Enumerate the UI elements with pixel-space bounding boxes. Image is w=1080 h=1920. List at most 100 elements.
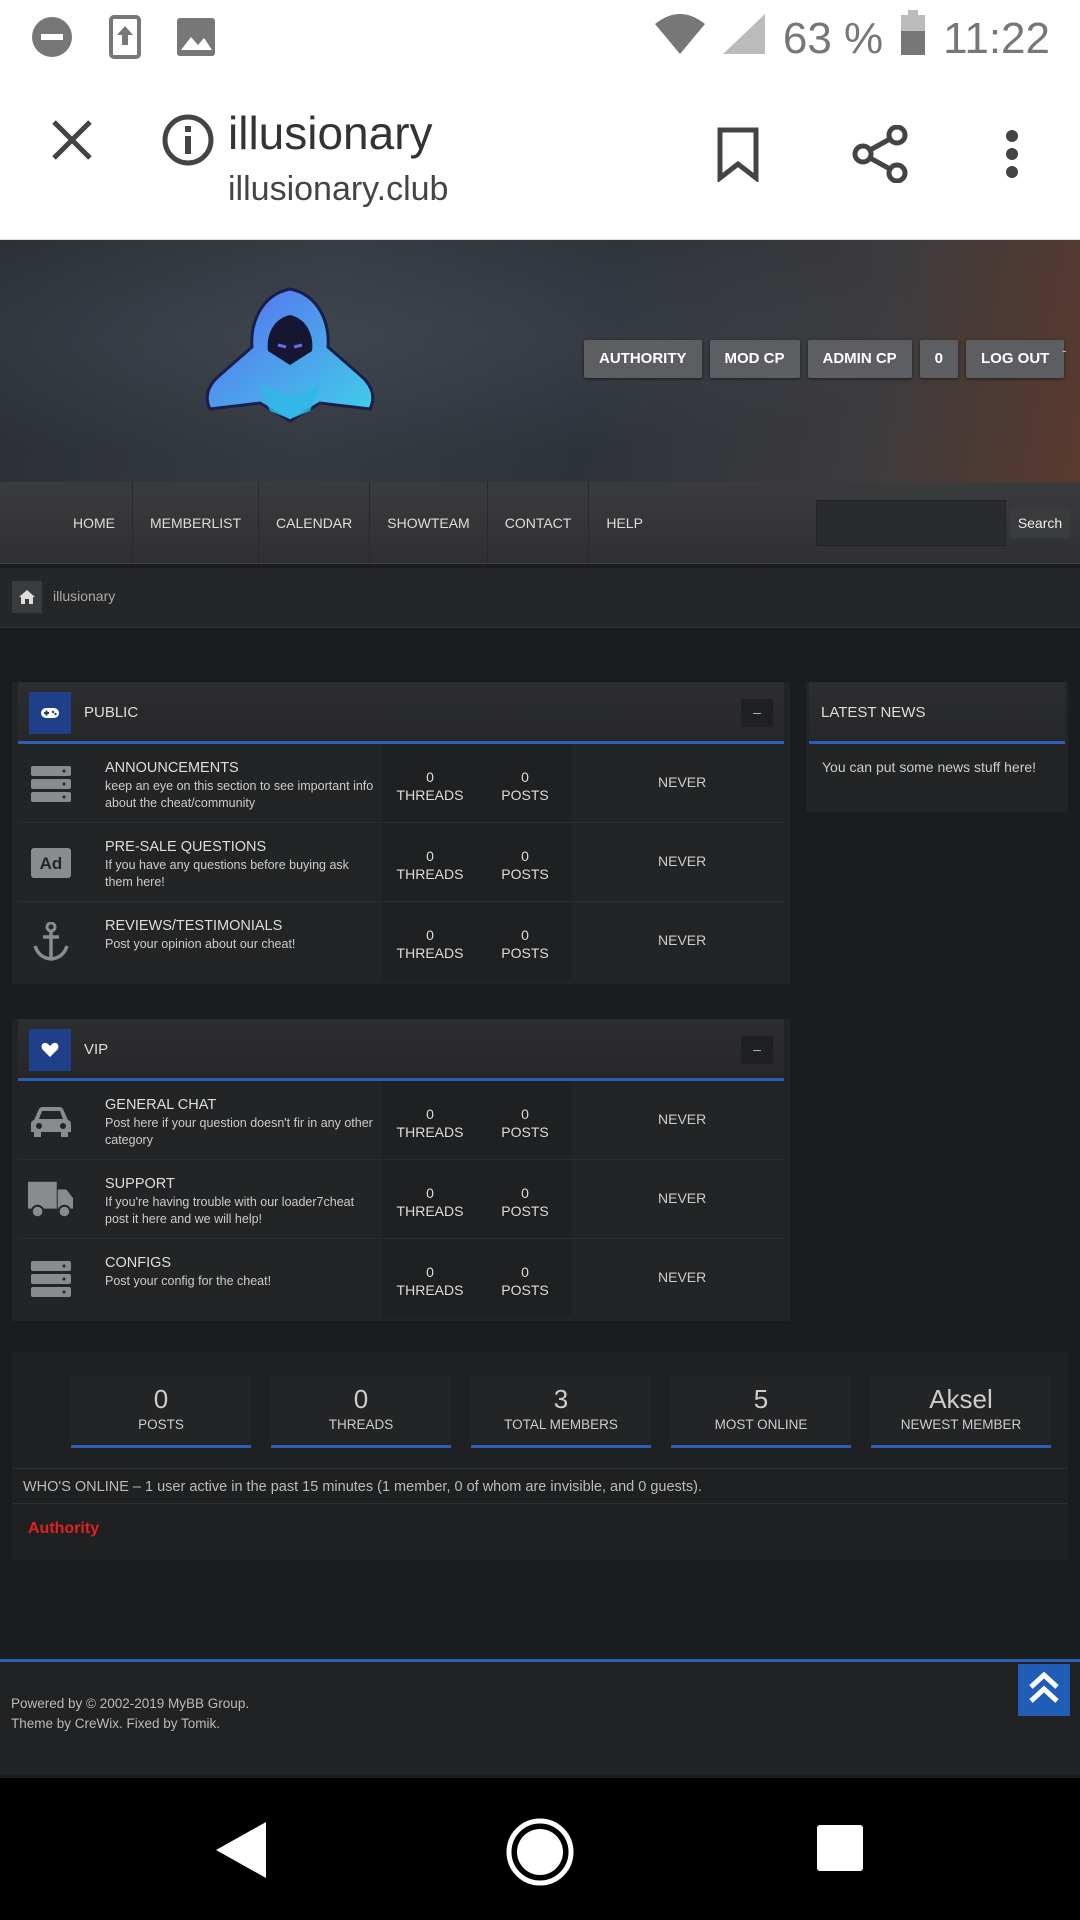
forum-stats: 0 THREADS 0 POSTS <box>382 744 572 822</box>
board-statistics: 0 POSTS 0 THREADS 3 TOTAL MEMBERS 5 MOST… <box>12 1352 1068 1560</box>
forum-row[interactable]: SUPPORT If you're having trouble with ou… <box>18 1160 784 1239</box>
category-title[interactable]: PUBLIC <box>84 704 138 721</box>
stat-box: 3 TOTAL MEMBERS <box>471 1376 651 1448</box>
category-title[interactable]: VIP <box>84 1041 108 1058</box>
nav-calendar[interactable]: CALENDAR <box>259 482 371 564</box>
thread-count: 0 <box>426 927 434 943</box>
nav-home[interactable]: HOME <box>56 482 133 564</box>
recents-icon[interactable] <box>816 1824 864 1877</box>
authority-button[interactable]: AUTHORITY <box>584 340 702 378</box>
post-count: 0 <box>521 848 529 864</box>
posts-label: POSTS <box>501 866 549 882</box>
stat-box: 5 MOST ONLINE <box>671 1376 851 1448</box>
log-out-button[interactable]: LOG OUT <box>966 340 1065 378</box>
forum-description: Post here if your question doesn't fir i… <box>105 1116 373 1147</box>
svg-text:Ad: Ad <box>40 854 63 873</box>
stat-box[interactable]: Aksel NEWEST MEMBER <box>871 1376 1051 1448</box>
forum-description: If you're having trouble with our loader… <box>105 1195 355 1226</box>
forum-row[interactable]: Ad PRE-SALE QUESTIONS If you have any qu… <box>18 823 784 902</box>
nav-contact[interactable]: CONTACT <box>488 482 590 564</box>
forum-name[interactable]: GENERAL CHAT <box>105 1097 216 1113</box>
collapse-button[interactable]: – <box>741 699 773 727</box>
scroll-to-top-button[interactable] <box>1018 1664 1070 1716</box>
breadcrumb: illusionary <box>0 568 1080 628</box>
last-post: NEVER <box>658 1269 707 1285</box>
forum-row[interactable]: GENERAL CHAT Post here if your question … <box>18 1081 784 1160</box>
android-navigation-bar <box>0 1778 1080 1920</box>
last-post: NEVER <box>658 932 707 948</box>
private-messages-count-button[interactable]: 0 <box>919 340 959 378</box>
breadcrumb-current[interactable]: illusionary <box>53 588 115 604</box>
home-nav-icon[interactable] <box>506 1818 574 1891</box>
posts-label: POSTS <box>501 945 549 961</box>
page-url[interactable]: illusionary.club <box>228 170 448 209</box>
share-icon[interactable] <box>848 122 912 186</box>
online-user-link[interactable]: Authority <box>28 1520 99 1538</box>
threads-label: THREADS <box>396 945 464 961</box>
collapse-button[interactable]: – <box>741 1036 773 1064</box>
clock: 11:22 <box>943 13 1050 63</box>
forum-row[interactable]: REVIEWS/TESTIMONIALS Post your opinion a… <box>18 902 784 981</box>
battery-icon <box>899 10 927 67</box>
posts-label: POSTS <box>501 1124 549 1140</box>
forum-name[interactable]: PRE-SALE QUESTIONS <box>105 839 266 855</box>
close-icon[interactable] <box>40 108 104 172</box>
search-input[interactable] <box>816 500 1006 546</box>
forum-stats: 0 THREADS 0 POSTS <box>382 902 572 980</box>
thread-count: 0 <box>426 769 434 785</box>
latest-news-panel: LATEST NEWS You can put some news stuff … <box>806 682 1068 812</box>
admin-cp-button[interactable]: ADMIN CP <box>807 340 912 378</box>
back-icon[interactable] <box>212 1820 268 1885</box>
battery-percent: 63 % <box>782 13 884 63</box>
bookmark-icon[interactable] <box>706 122 770 186</box>
search-button[interactable]: Search <box>1010 508 1070 538</box>
nav-help[interactable]: HELP <box>589 482 660 564</box>
latest-news-text: You can put some news stuff here! <box>822 759 1037 775</box>
mod-cp-button[interactable]: MOD CP <box>709 340 800 378</box>
header-user-buttons: AUTHORITY MOD CP ADMIN CP 0 LOG OUT <box>584 340 1065 378</box>
forum-description: Post your config for the cheat! <box>105 1274 272 1288</box>
post-count: 0 <box>521 1264 529 1280</box>
category-header: VIP – <box>18 1019 784 1081</box>
forum-name[interactable]: ANNOUNCEMENTS <box>105 760 239 776</box>
double-chevron-up-icon <box>1028 1671 1060 1710</box>
forum-row[interactable]: CONFIGS Post your config for the cheat! … <box>18 1239 784 1318</box>
more-options-icon[interactable] <box>980 122 1044 186</box>
forum-description: Post your opinion about our cheat! <box>105 937 296 951</box>
stat-value: 5 <box>753 1384 769 1414</box>
post-count: 0 <box>521 769 529 785</box>
posts-label: POSTS <box>501 1203 549 1219</box>
threads-label: THREADS <box>396 1282 464 1298</box>
browser-toolbar: illusionary illusionary.club <box>0 74 1080 240</box>
post-count: 0 <box>521 927 529 943</box>
footer: Powered by © 2002-2019 MyBB Group. Theme… <box>0 1659 1080 1775</box>
forum-stats: 0 THREADS 0 POSTS <box>382 823 572 901</box>
forum-description: keep an eye on this section to see impor… <box>105 779 374 810</box>
threads-label: THREADS <box>396 1203 464 1219</box>
nav-memberlist[interactable]: MEMBERLIST <box>133 482 260 564</box>
forum-stats: 0 THREADS 0 POSTS <box>382 1081 572 1159</box>
forum-name[interactable]: SUPPORT <box>105 1176 175 1192</box>
wifi-icon <box>654 12 705 65</box>
last-post: NEVER <box>658 1190 707 1206</box>
forum-name[interactable]: CONFIGS <box>105 1255 171 1271</box>
hooded-figure-logo[interactable] <box>200 285 380 425</box>
newest-member-link[interactable]: Aksel <box>871 1384 1051 1415</box>
stat-label: TOTAL MEMBERS <box>504 1417 618 1432</box>
forum-stats: 0 THREADS 0 POSTS <box>382 1239 572 1317</box>
whos-online[interactable]: WHO'S ONLINE – 1 user active in the past… <box>12 1468 1068 1504</box>
stat-value: 0 <box>353 1384 369 1414</box>
thread-count: 0 <box>426 1106 434 1122</box>
server-icon <box>28 1256 74 1302</box>
forum-name[interactable]: REVIEWS/TESTIMONIALS <box>105 918 282 934</box>
thread-count: 0 <box>426 848 434 864</box>
site-header: AUTHORITY MOD CP ADMIN CP 0 LOG OUT - <box>0 240 1080 482</box>
home-icon[interactable] <box>12 581 42 613</box>
info-icon[interactable] <box>156 108 220 172</box>
footer-theme-credit: Theme by CreWix. Fixed by Tomik. <box>11 1716 221 1731</box>
forum-row[interactable]: ANNOUNCEMENTS keep an eye on this sectio… <box>18 744 784 823</box>
nav-showteam[interactable]: SHOWTEAM <box>370 482 488 564</box>
gamepad-icon <box>29 692 71 734</box>
heart-icon <box>29 1029 71 1071</box>
stat-value: 3 <box>553 1384 569 1414</box>
